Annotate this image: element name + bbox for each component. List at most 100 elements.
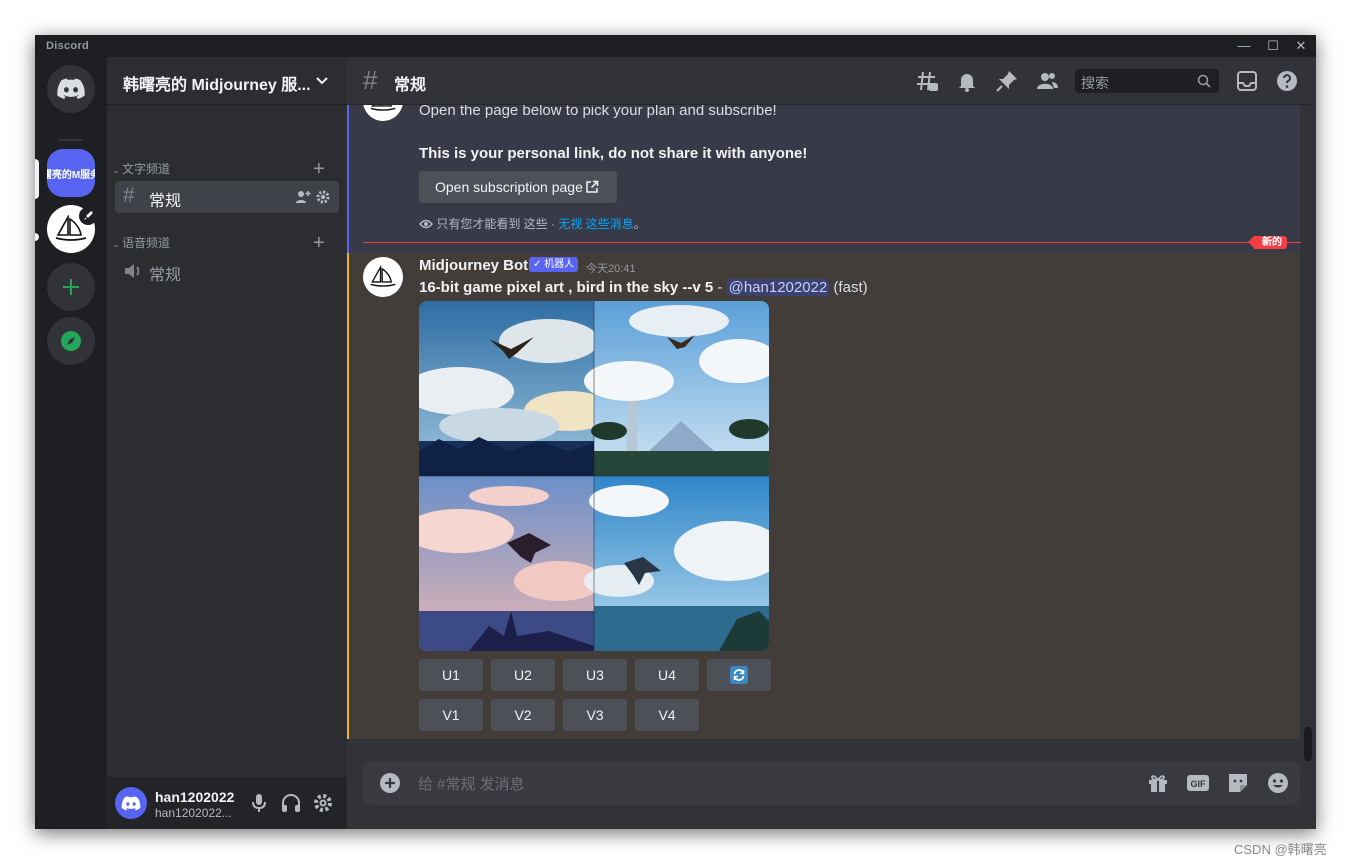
minimize-button[interactable]: — [1230, 35, 1258, 57]
watermark: CSDN @韩曙亮 [1234, 842, 1327, 857]
eye-icon [419, 219, 433, 229]
prompt-bold: 16-bit game pixel art , bird in the sky … [419, 279, 714, 296]
scrollbar-thumb[interactable] [1304, 727, 1312, 761]
chevron-icon: ⌄ [112, 165, 123, 175]
app-name: Discord [46, 40, 90, 52]
variation-button-1[interactable]: V1 [419, 699, 483, 731]
microphone-icon[interactable] [247, 791, 271, 815]
reroll-refresh-icon [730, 666, 748, 684]
create-text-channel-plus-icon[interactable]: + [313, 159, 325, 179]
bot-avatar[interactable] [363, 105, 403, 121]
upscale-button-4[interactable]: U4 [635, 659, 699, 691]
discord-logo-icon [121, 795, 141, 810]
hash-icon: # [363, 65, 378, 95]
boost-badge [79, 207, 97, 225]
composer-placeholder: 给 #常规 发消息 [418, 776, 525, 793]
discord-logo-icon [57, 78, 85, 99]
dismiss-messages-link[interactable]: 无视 这些消息 [558, 217, 633, 231]
pin-icon[interactable] [995, 69, 1019, 93]
hash-icon: # [123, 184, 135, 207]
search-icon [1197, 74, 1211, 88]
explore-servers-button[interactable] [47, 317, 95, 365]
midjourney-boat-icon [370, 265, 396, 287]
new-messages-badge: 新的 [1248, 236, 1287, 249]
chevron-icon: ⌄ [112, 239, 123, 249]
category-voice-channels[interactable]: ⌄ 语音频道 [112, 234, 170, 251]
member-list-icon[interactable] [1035, 69, 1059, 93]
upscale-button-3[interactable]: U3 [563, 659, 627, 691]
inbox-icon[interactable] [1235, 69, 1259, 93]
channel-item-general[interactable]: # 常规 [115, 181, 339, 213]
discord-window: Discord — ☐ ✕ 曙亮的M服务 韩曙亮的 Midjourney 服..… [35, 35, 1316, 829]
search-placeholder: 搜索 [1081, 75, 1109, 91]
message-timestamp: 今天20:41 [586, 263, 636, 275]
upscale-button-2[interactable]: U2 [491, 659, 555, 691]
selected-indicator [35, 159, 39, 199]
server-list: 曙亮的M服务 [35, 57, 107, 829]
settings-gear-icon[interactable] [315, 189, 331, 205]
threads-icon[interactable] [915, 69, 939, 93]
pixel-art-image-grid [419, 301, 769, 651]
gif-icon[interactable]: GIF [1186, 771, 1210, 795]
external-link-icon [586, 180, 599, 193]
server-label: 曙亮的M服务 [47, 169, 95, 181]
midjourney-boat-icon [370, 105, 396, 111]
add-attachment-plus-icon[interactable] [379, 772, 401, 794]
prompt-mode: (fast) [829, 279, 868, 296]
create-voice-channel-plus-icon[interactable]: + [313, 233, 325, 253]
user-tag: han1202022... [155, 806, 232, 820]
rocket-icon [84, 211, 93, 220]
guild-header[interactable]: 韩曙亮的 Midjourney 服... [107, 57, 347, 105]
maximize-button[interactable]: ☐ [1259, 35, 1287, 57]
speaker-icon [125, 264, 140, 278]
emoji-icon[interactable] [1266, 771, 1290, 795]
search-input[interactable]: 搜索 [1075, 69, 1219, 93]
user-mention[interactable]: @han1202022 [726, 279, 830, 296]
sticker-icon[interactable] [1226, 771, 1250, 795]
avatar[interactable] [115, 787, 147, 819]
category-label: 文字频道 [122, 162, 171, 176]
headphones-icon[interactable] [279, 791, 303, 815]
variation-button-4[interactable]: V4 [635, 699, 699, 731]
message-list: Open the page below to pick your plan an… [347, 105, 1316, 739]
variation-button-2[interactable]: V2 [491, 699, 555, 731]
bot-avatar[interactable] [363, 257, 403, 297]
note-suffix: 。 [633, 217, 646, 231]
unread-indicator [35, 233, 39, 241]
server-midjourney-han[interactable]: 曙亮的M服务 [47, 149, 95, 197]
button-label: Open subscription page [435, 179, 583, 195]
channel-label: 常规 [149, 193, 182, 210]
svg-text:GIF: GIF [1191, 779, 1207, 789]
gift-icon[interactable] [1146, 771, 1170, 795]
voice-channel-item-general[interactable]: 常规 [115, 255, 339, 287]
add-server-button[interactable] [47, 263, 95, 311]
channel-label: 常规 [149, 267, 182, 284]
category-text-channels[interactable]: ⌄ 文字频道 [112, 160, 170, 177]
open-subscription-page-button[interactable]: Open subscription page [419, 171, 617, 203]
username: han1202022 [155, 789, 235, 805]
user-settings-gear-icon[interactable] [311, 791, 335, 815]
notification-bell-icon[interactable] [955, 69, 979, 93]
title-bar: Discord — ☐ ✕ [35, 35, 1316, 57]
message-text: Open the page below to pick your plan an… [419, 105, 777, 119]
home-button[interactable] [47, 65, 95, 113]
author-name[interactable]: Midjourney Bot [419, 257, 528, 274]
message-text-bold: This is your personal link, do not share… [419, 145, 808, 162]
server-separator [59, 139, 83, 141]
variation-button-3[interactable]: V3 [563, 699, 627, 731]
message-composer[interactable]: 给 #常规 发消息 GIF [363, 761, 1300, 805]
invite-user-icon[interactable] [295, 189, 311, 205]
ephemeral-message: Open the page below to pick your plan an… [347, 105, 1300, 257]
chevron-down-icon [316, 77, 328, 85]
generated-image-grid[interactable] [419, 301, 769, 651]
help-icon[interactable] [1275, 69, 1299, 93]
note-text: 只有您才能看到 这些 · [436, 217, 559, 231]
bot-badge: ✓ 机器人 [529, 257, 579, 272]
reroll-button[interactable] [707, 659, 771, 691]
chat-area: # 常规 搜索 Open the page below to pick your… [347, 57, 1316, 829]
close-button[interactable]: ✕ [1287, 35, 1315, 57]
category-label: 语音频道 [122, 236, 171, 250]
upscale-button-1[interactable]: U1 [419, 659, 483, 691]
channel-sidebar: 韩曙亮的 Midjourney 服... ⌄ 文字频道 + # 常规 ⌄ 语音频… [107, 57, 347, 829]
user-panel: han1202022 han1202022... [107, 777, 347, 829]
